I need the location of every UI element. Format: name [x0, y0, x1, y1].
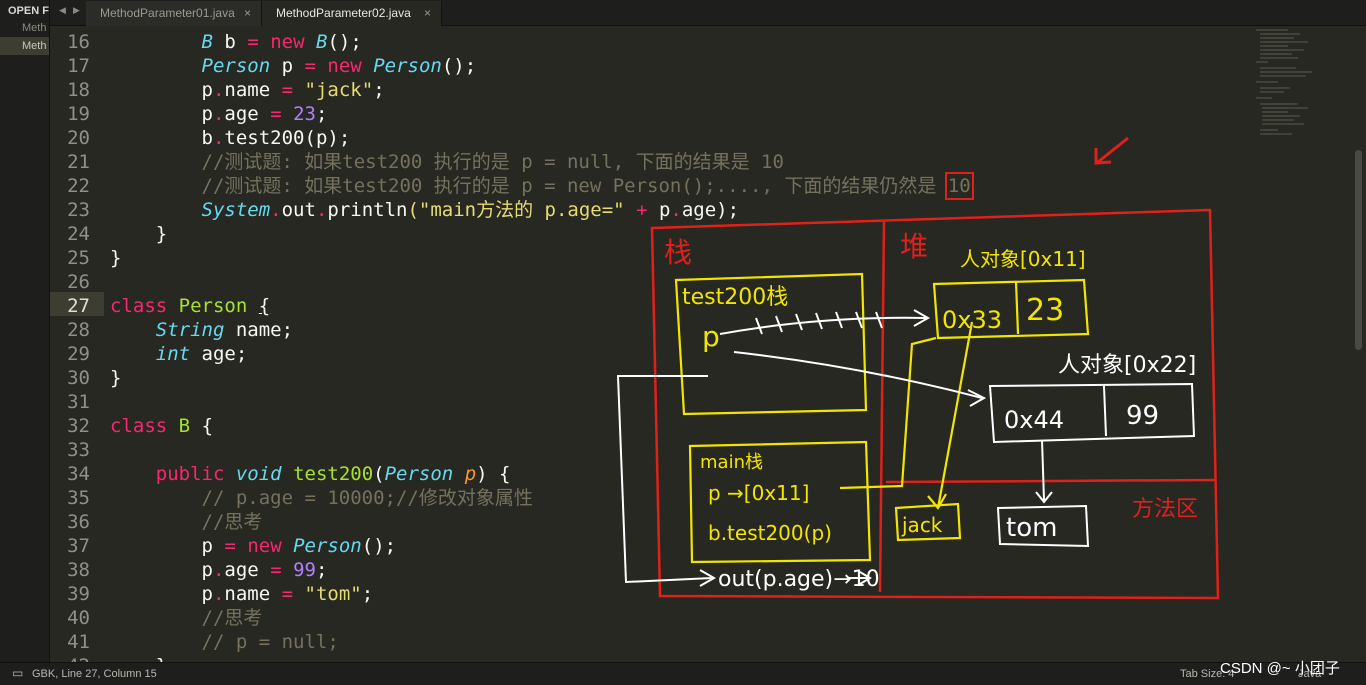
- panel-toggle-icon[interactable]: ▭: [12, 666, 23, 680]
- object2-addr: 0x44: [1004, 406, 1064, 434]
- status-position: GBK, Line 27, Column 15: [32, 668, 157, 680]
- main-frame-label: main栈: [700, 452, 763, 473]
- red-arrow-icon: [1094, 136, 1129, 165]
- status-bar: ▭ GBK, Line 27, Column 15 Tab Size: 4 Ja…: [0, 660, 1366, 685]
- heap-method-area-divider: [885, 478, 1217, 484]
- stack-heap-divider: [878, 221, 886, 593]
- watermark: CSDN @~ 小团子: [1220, 660, 1340, 677]
- object1-label: 人对象[0x11]: [960, 247, 1086, 271]
- object2-age: 99: [1126, 401, 1159, 431]
- object1-age: 23: [1026, 293, 1064, 328]
- stack-label: 栈: [664, 236, 692, 269]
- old-reference-arrow: [719, 316, 927, 335]
- new-reference-arrow: [733, 351, 983, 399]
- name-tom-arrow: [1041, 439, 1045, 501]
- main-call: b.test200(p): [708, 521, 832, 545]
- heap-label: 堆: [900, 230, 928, 263]
- name-jack-arrow: [936, 321, 974, 509]
- out-loop-arrow: [616, 375, 713, 584]
- object1-addr: 0x33: [942, 306, 1002, 334]
- method-area-label: 方法区: [1132, 497, 1198, 522]
- out-statement: out(p.age)→10: [718, 567, 880, 592]
- main-p-arrow: [839, 336, 937, 490]
- test200-frame-label: test200栈: [682, 285, 788, 310]
- object2-label: 人对象[0x22]: [1058, 353, 1196, 378]
- test200-p-var: p: [702, 320, 720, 353]
- handwritten-annotation: 栈 堆 方法区 test200栈 p main栈 p →[0x11] b.tes…: [616, 136, 1220, 600]
- main-p-var: p →[0x11]: [708, 481, 809, 505]
- jack-value: jack: [901, 513, 943, 537]
- tom-value: tom: [1006, 513, 1057, 543]
